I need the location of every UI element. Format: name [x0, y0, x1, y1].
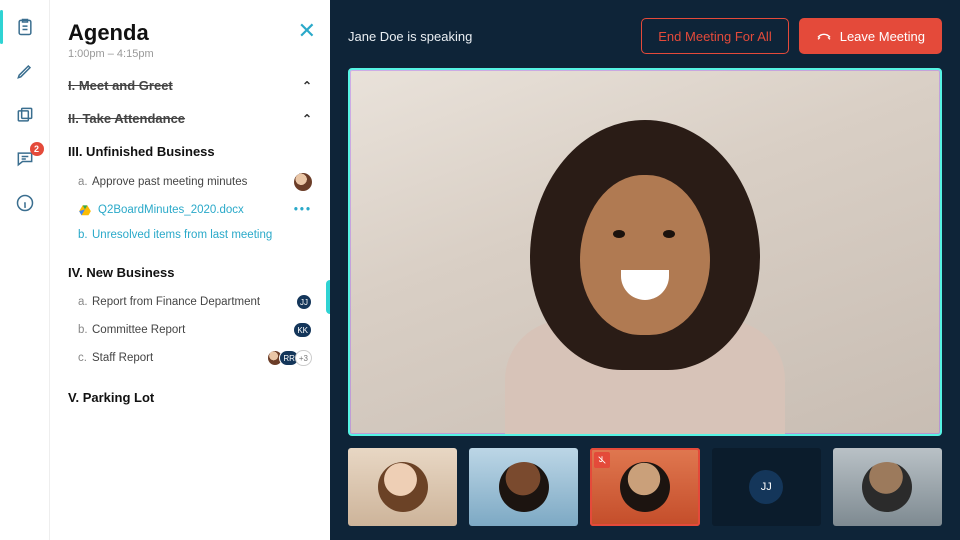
chat-badge: 2	[30, 142, 44, 156]
participant-initials: JJ	[749, 470, 783, 504]
section-parking-lot[interactable]: V. Parking Lot	[68, 390, 312, 405]
assignee-avatar[interactable]: JJ	[296, 294, 312, 310]
info-icon[interactable]	[14, 192, 36, 214]
more-icon[interactable]: •••	[294, 204, 312, 216]
agenda-icon[interactable]	[14, 16, 36, 38]
assignee-avatar[interactable]	[294, 173, 312, 191]
participant-thumb[interactable]	[833, 448, 942, 526]
stage-topbar: Jane Doe is speaking End Meeting For All…	[348, 16, 942, 56]
section-attendance[interactable]: II. Take Attendance ⌃	[68, 111, 312, 126]
participant-thumb[interactable]: JJ	[712, 448, 821, 526]
notes-icon[interactable]	[14, 60, 36, 82]
file-name: Q2BoardMinutes_2020.docx	[98, 204, 244, 216]
agenda-item[interactable]: b. Committee Report KK	[68, 316, 312, 344]
assignee-overflow[interactable]: +3	[295, 350, 312, 366]
participant-thumbnails: JJ	[348, 448, 942, 526]
agenda-item[interactable]: b. Unresolved items from last meeting	[68, 223, 312, 247]
leave-icon	[816, 28, 832, 44]
section-meet-greet[interactable]: I. Meet and Greet ⌃	[68, 78, 312, 93]
close-icon[interactable]: ✕	[298, 18, 316, 44]
drive-icon	[78, 203, 92, 217]
chat-icon[interactable]: 2	[14, 148, 36, 170]
agenda-item[interactable]: a. Report from Finance Department JJ	[68, 288, 312, 316]
end-meeting-button[interactable]: End Meeting For All	[641, 18, 788, 54]
agenda-time: 1:00pm – 4:15pm	[68, 48, 312, 60]
chevron-up-icon[interactable]: ⌃	[302, 112, 312, 126]
participant-thumb[interactable]	[590, 448, 699, 526]
active-speaker-video[interactable]	[348, 68, 942, 436]
attached-file[interactable]: Q2BoardMinutes_2020.docx •••	[68, 197, 312, 223]
speaking-indicator: Jane Doe is speaking	[348, 29, 472, 44]
agenda-item[interactable]: c. Staff Report RR +3	[68, 344, 312, 372]
nav-rail: 2	[0, 0, 50, 540]
participant-thumb[interactable]	[469, 448, 578, 526]
participant-thumb[interactable]	[348, 448, 457, 526]
docs-icon[interactable]	[14, 104, 36, 126]
mute-icon	[594, 452, 610, 468]
leave-meeting-button[interactable]: Leave Meeting	[799, 18, 942, 54]
section-new-business[interactable]: IV. New Business	[68, 265, 312, 280]
video-stage: Jane Doe is speaking End Meeting For All…	[330, 0, 960, 540]
section-unfinished[interactable]: III. Unfinished Business	[68, 144, 312, 159]
agenda-title: Agenda	[68, 20, 312, 46]
chevron-up-icon[interactable]: ⌃	[302, 79, 312, 93]
person-illustration	[515, 120, 775, 420]
assignee-avatar[interactable]: KK	[293, 322, 312, 338]
agenda-item[interactable]: a. Approve past meeting minutes	[68, 167, 312, 197]
agenda-panel: Agenda 1:00pm – 4:15pm ✕ I. Meet and Gre…	[50, 0, 330, 540]
